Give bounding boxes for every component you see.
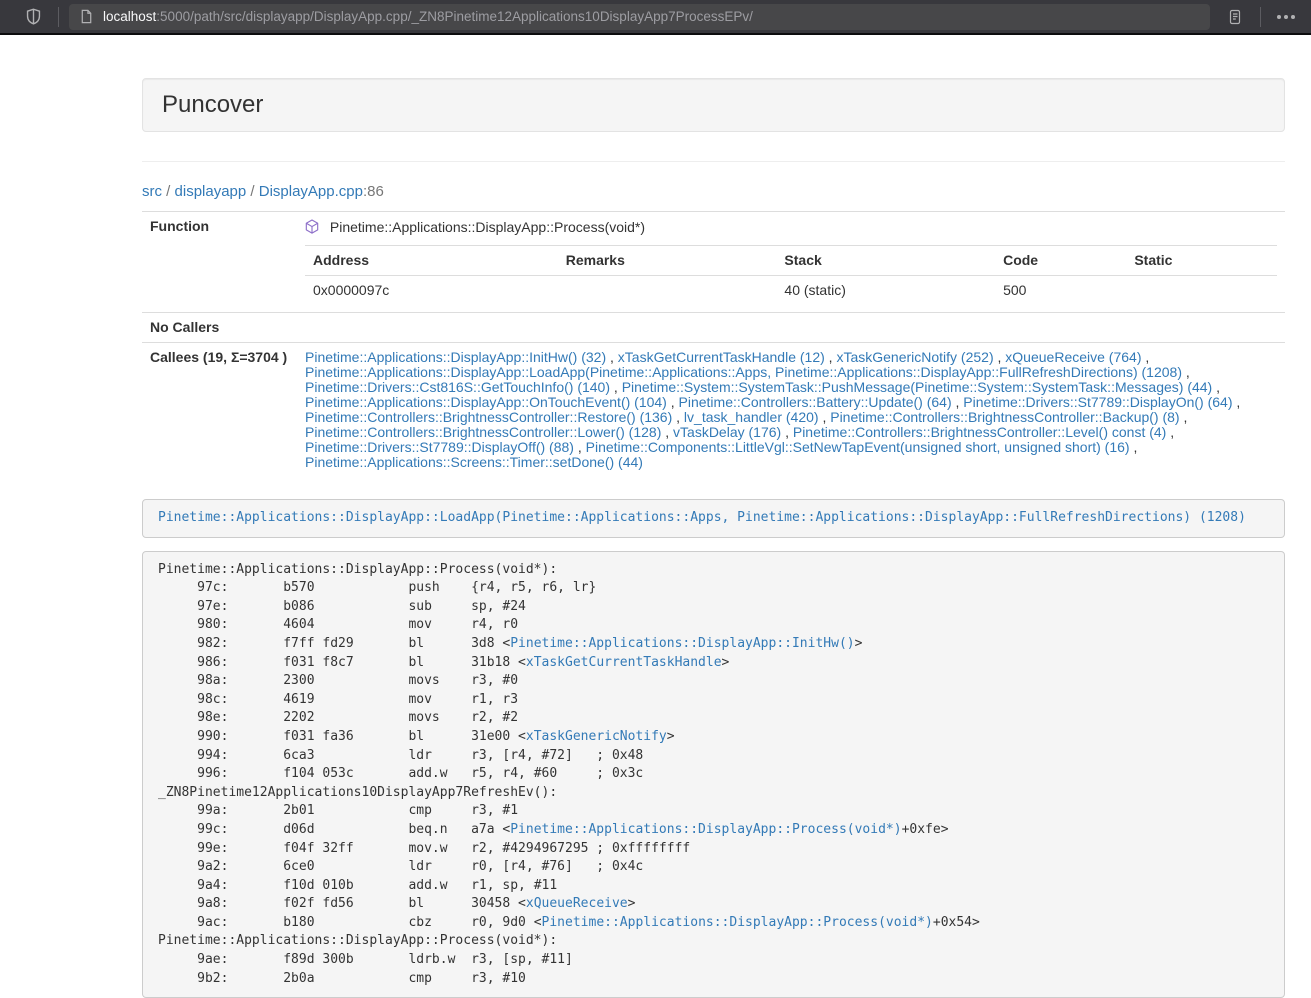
- page-icon: [79, 9, 94, 24]
- function-name: Pinetime::Applications::DisplayApp::Proc…: [330, 219, 645, 235]
- ellipsis-menu-icon[interactable]: [1271, 4, 1301, 30]
- symbol-snippet: Pinetime::Applications::DisplayApp::Load…: [142, 499, 1285, 538]
- callee-link[interactable]: Pinetime::Controllers::BrightnessControl…: [830, 409, 1179, 425]
- callee-link[interactable]: Pinetime::Controllers::Battery::Update()…: [679, 394, 952, 410]
- divider: [142, 161, 1285, 162]
- breadcrumb-separator: /: [250, 183, 254, 200]
- asm-symbol-link[interactable]: xTaskGenericNotify: [526, 729, 667, 744]
- app-header: Puncover: [142, 78, 1285, 132]
- asm-symbol-link[interactable]: xTaskGetCurrentTaskHandle: [526, 655, 722, 670]
- asm-symbol-link[interactable]: Pinetime::Applications::DisplayApp::Init…: [510, 636, 854, 651]
- callee-link[interactable]: vTaskDelay (176): [673, 424, 781, 440]
- no-callers-label: No Callers: [142, 313, 297, 343]
- breadcrumb-line-number: :86: [363, 183, 384, 200]
- value-stack: 40 (static): [776, 276, 995, 306]
- value-address: 0x0000097c: [305, 276, 558, 306]
- function-label: Function: [142, 212, 297, 313]
- callee-link[interactable]: xTaskGetCurrentTaskHandle (12): [618, 349, 825, 365]
- callees-label: Callees (19, Σ=3704 ): [142, 343, 297, 478]
- breadcrumb: src / displayapp / DisplayApp.cpp:86: [142, 183, 1285, 200]
- no-callers-row: No Callers: [142, 313, 1285, 343]
- callee-link[interactable]: Pinetime::Drivers::St7789::DisplayOn() (…: [963, 394, 1232, 410]
- callee-link[interactable]: xTaskGenericNotify (252): [836, 349, 993, 365]
- reader-mode-icon[interactable]: [1220, 4, 1250, 30]
- callee-link[interactable]: Pinetime::Applications::Screens::Timer::…: [305, 454, 643, 470]
- browser-toolbar: localhost:5000/path/src/displayapp/Displ…: [0, 0, 1311, 35]
- column-address: Address: [305, 246, 558, 276]
- breadcrumb-separator: /: [166, 183, 170, 200]
- shield-icon[interactable]: [18, 4, 48, 30]
- loadapp-symbol-link[interactable]: Pinetime::Applications::DisplayApp::Load…: [158, 510, 1246, 525]
- function-stats-table: Address Remarks Stack Code Static 0x0000…: [305, 245, 1277, 305]
- url-hostname: localhost: [103, 9, 156, 24]
- callees-row: Callees (19, Σ=3704 ) Pinetime::Applicat…: [142, 343, 1285, 478]
- callee-link[interactable]: lv_task_handler (420): [684, 409, 819, 425]
- stats-header-row: Address Remarks Stack Code Static: [305, 246, 1277, 276]
- column-code: Code: [995, 246, 1126, 276]
- callee-link[interactable]: Pinetime::Applications::DisplayApp::Load…: [305, 364, 1182, 380]
- column-stack: Stack: [776, 246, 995, 276]
- page-title: Puncover: [162, 91, 263, 118]
- breadcrumb-file[interactable]: DisplayApp.cpp: [259, 183, 363, 200]
- value-code: 500: [995, 276, 1126, 306]
- function-table: Function Pinetime::Applications::Display…: [142, 211, 1285, 477]
- breadcrumb-src[interactable]: src: [142, 183, 162, 200]
- breadcrumb-displayapp[interactable]: displayapp: [175, 183, 247, 200]
- asm-symbol-link[interactable]: Pinetime::Applications::DisplayApp::Proc…: [542, 915, 933, 930]
- callee-link[interactable]: xQueueReceive (764): [1005, 349, 1141, 365]
- callee-link[interactable]: Pinetime::Applications::DisplayApp::OnTo…: [305, 394, 667, 410]
- url-bar[interactable]: localhost:5000/path/src/displayapp/Displ…: [69, 4, 1210, 30]
- callee-link[interactable]: Pinetime::System::SystemTask::PushMessag…: [622, 379, 1213, 395]
- function-row: Function Pinetime::Applications::Display…: [142, 212, 1285, 313]
- stats-value-row: 0x0000097c 40 (static) 500: [305, 276, 1277, 306]
- callee-link[interactable]: Pinetime::Components::LittleVgl::SetNewT…: [586, 439, 1130, 455]
- value-remarks: [558, 276, 777, 306]
- assembly-listing: Pinetime::Applications::DisplayApp::Proc…: [142, 551, 1285, 998]
- asm-symbol-link[interactable]: xQueueReceive: [526, 896, 628, 911]
- value-static: [1126, 276, 1277, 306]
- callee-link[interactable]: Pinetime::Applications::DisplayApp::Init…: [305, 349, 606, 365]
- cube-icon: [305, 222, 323, 238]
- callee-link[interactable]: Pinetime::Drivers::St7789::DisplayOff() …: [305, 439, 574, 455]
- callee-link[interactable]: Pinetime::Drivers::Cst816S::GetTouchInfo…: [305, 379, 610, 395]
- page-content: Puncover src / displayapp / DisplayApp.c…: [142, 35, 1285, 998]
- url-path: :5000/path/src/displayapp/DisplayApp.cpp…: [156, 9, 753, 24]
- column-static: Static: [1126, 246, 1277, 276]
- asm-symbol-link[interactable]: Pinetime::Applications::DisplayApp::Proc…: [510, 822, 901, 837]
- callee-link[interactable]: Pinetime::Controllers::BrightnessControl…: [793, 424, 1166, 440]
- toolbar-divider: [1260, 7, 1261, 27]
- callees-list: Pinetime::Applications::DisplayApp::Init…: [297, 343, 1285, 478]
- column-remarks: Remarks: [558, 246, 777, 276]
- callee-link[interactable]: Pinetime::Controllers::BrightnessControl…: [305, 424, 661, 440]
- callee-link[interactable]: Pinetime::Controllers::BrightnessControl…: [305, 409, 672, 425]
- toolbar-divider: [58, 7, 59, 27]
